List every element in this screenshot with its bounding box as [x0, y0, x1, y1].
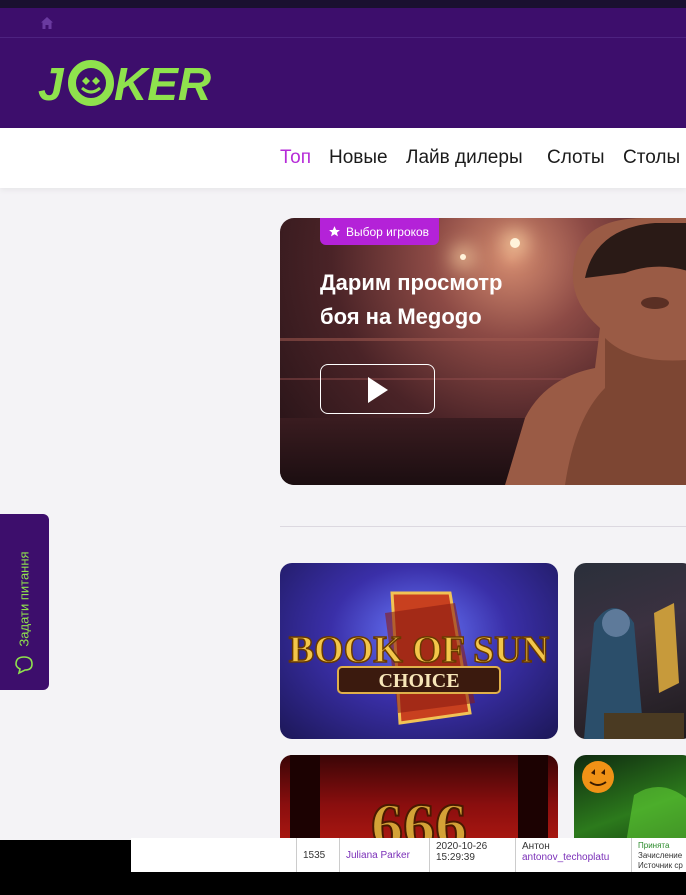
background-admin-table: 1535 Juliana Parker 2020-10-26 15:29:39 …	[131, 838, 686, 872]
login-link[interactable]: antonov_techoplatu	[522, 852, 625, 863]
banner-title-line: Дарим просмотр	[320, 270, 503, 295]
chat-icon	[15, 656, 33, 675]
table-cell-status: Принята Зачисление Источник ср	[631, 838, 686, 872]
top-bar	[0, 8, 686, 38]
banner-title-line: боя на Megogo	[320, 304, 482, 329]
note-text: Источник ср	[638, 861, 683, 870]
joker-logo[interactable]: J KER	[38, 50, 228, 114]
name-text: Антон	[522, 841, 550, 852]
game-title: BOOK OF SUN	[289, 629, 549, 671]
home-icon[interactable]	[39, 15, 55, 31]
page: J KER Топ Новые Лайв дилеры Слоты Столы	[0, 0, 686, 840]
game-artwork	[584, 603, 684, 739]
ask-question-tab[interactable]: Задати питання	[0, 514, 49, 690]
game-tile-666[interactable]: 666	[280, 755, 558, 840]
date-text: 2020-10-26	[436, 841, 488, 852]
table-cell-user[interactable]: Juliana Parker	[339, 838, 429, 872]
star-icon	[329, 226, 340, 237]
game-title: 666	[371, 790, 467, 840]
nav-item-tables[interactable]: Столы	[623, 147, 680, 169]
game-artwork	[582, 761, 686, 840]
banner-title: Дарим просмотр боя на Megogo	[320, 266, 550, 334]
svg-text:KER: KER	[114, 58, 211, 110]
stage-light	[460, 254, 466, 260]
game-tile-book-of-sun[interactable]: BOOK OF SUN CHOICE	[280, 563, 558, 739]
game-subtitle: CHOICE	[378, 670, 459, 692]
nav-item-live-dealers[interactable]: Лайв дилеры	[406, 147, 523, 169]
play-icon	[368, 377, 388, 403]
ask-question-label: Задати питання	[16, 551, 32, 647]
promo-banner[interactable]: Выбор игроков Дарим просмотр боя на Mego…	[280, 218, 686, 485]
time-text: 15:29:39	[436, 852, 475, 863]
section-divider	[280, 526, 686, 527]
table-cell-id: 1535	[296, 838, 339, 872]
game-tile[interactable]	[574, 563, 686, 739]
nav-item-top[interactable]: Топ	[280, 147, 311, 169]
nav-item-slots[interactable]: Слоты	[547, 147, 605, 169]
nav-item-new[interactable]: Новые	[329, 147, 388, 169]
game-artwork: 666	[290, 755, 548, 840]
badge-label: Выбор игроков	[346, 224, 430, 239]
players-choice-badge: Выбор игроков	[320, 218, 440, 245]
book-of-sun-artwork: BOOK OF SUN CHOICE	[288, 591, 550, 725]
table-cell-datetime: 2020-10-26 15:29:39	[429, 838, 515, 872]
boxer-image	[505, 218, 686, 485]
table-cell-name: Антон antonov_techoplatu	[515, 838, 631, 872]
window-top-strip	[0, 0, 686, 8]
note-text: Зачисление	[638, 851, 683, 860]
site-header: J KER	[0, 38, 686, 128]
play-button[interactable]	[320, 364, 435, 414]
main-nav: Топ Новые Лайв дилеры Слоты Столы	[0, 128, 686, 188]
game-tile[interactable]	[574, 755, 686, 840]
status-text: Принята	[638, 841, 670, 850]
svg-text:J: J	[38, 58, 65, 110]
